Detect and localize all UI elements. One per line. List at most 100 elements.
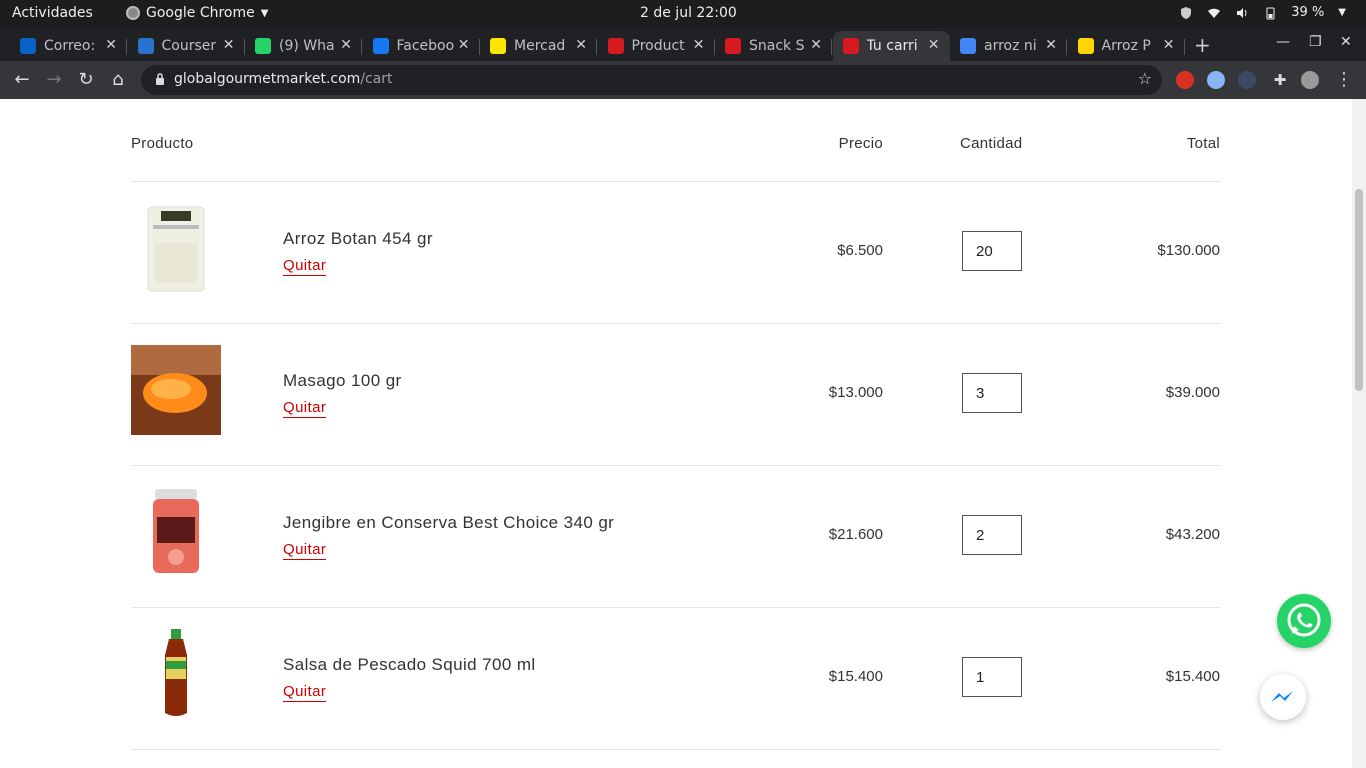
browser-tab[interactable]: (9) Wha ✕ bbox=[245, 31, 362, 61]
shield-icon bbox=[1181, 6, 1192, 19]
address-bar[interactable]: globalgourmetmarket.com/cart ☆ bbox=[141, 65, 1162, 95]
header-price: Precio bbox=[838, 135, 883, 152]
app-name: Google Chrome bbox=[146, 5, 255, 21]
volume-icon bbox=[1237, 7, 1247, 18]
browser-toolbar: ← → ↻ ⌂ globalgourmetmarket.com/cart ☆ ✚… bbox=[0, 61, 1366, 99]
tab-separator bbox=[831, 39, 832, 55]
back-button[interactable]: ← bbox=[10, 68, 34, 92]
chrome-menu-icon[interactable]: ⋮ bbox=[1332, 68, 1356, 92]
reload-button[interactable]: ↻ bbox=[74, 68, 98, 92]
tab-strip: Correo: ✕ Courser ✕ (9) Wha ✕ Faceboo ✕ Mercad ✕ P… bbox=[0, 28, 1366, 61]
page-scrollbar[interactable] bbox=[1352, 99, 1366, 768]
product-name[interactable]: Salsa de Pescado Squid 700 ml bbox=[283, 655, 536, 675]
messenger-icon bbox=[1271, 691, 1293, 702]
tab-close-icon[interactable]: ✕ bbox=[340, 37, 352, 53]
unit-price: $15.400 bbox=[828, 668, 883, 685]
cart-row: Arroz Botan 454 gr Quitar $6.500 $130.00… bbox=[131, 181, 1221, 323]
forward-button[interactable]: → bbox=[42, 68, 66, 92]
tab-favicon-icon bbox=[960, 38, 976, 54]
bookmark-star-icon[interactable]: ☆ bbox=[1138, 69, 1152, 88]
unit-price: $21.600 bbox=[828, 526, 883, 543]
browser-tab[interactable]: Snack S ✕ bbox=[715, 31, 832, 61]
profile-avatar[interactable] bbox=[1301, 71, 1319, 89]
scrollbar-thumb[interactable] bbox=[1355, 189, 1363, 391]
new-tab-button[interactable]: + bbox=[1194, 33, 1211, 57]
cart-page: Producto Precio Cantidad Total Arroz Bot… bbox=[0, 99, 1352, 768]
tab-close-icon[interactable]: ✕ bbox=[458, 37, 470, 53]
tab-close-icon[interactable]: ✕ bbox=[105, 37, 117, 53]
system-tray[interactable]: 39 % ▼ bbox=[1179, 5, 1346, 20]
chevron-down-icon: ▼ bbox=[260, 7, 269, 19]
header-total: Total bbox=[1186, 135, 1220, 152]
product-name[interactable]: Arroz Botan 454 gr bbox=[283, 229, 433, 249]
quantity-input[interactable] bbox=[962, 515, 1022, 555]
tab-favicon-icon bbox=[20, 38, 36, 54]
browser-tab[interactable]: Tu carri ✕ bbox=[832, 31, 950, 61]
wifi-icon bbox=[1208, 8, 1221, 18]
remove-link[interactable]: Quitar bbox=[283, 399, 327, 418]
tab-close-icon[interactable]: ✕ bbox=[575, 37, 587, 53]
activities-button[interactable]: Actividades bbox=[12, 5, 93, 21]
tab-favicon-icon bbox=[255, 38, 271, 54]
remove-link[interactable]: Quitar bbox=[283, 541, 327, 560]
product-name[interactable]: Masago 100 gr bbox=[283, 371, 402, 391]
tab-favicon-icon bbox=[137, 38, 154, 54]
product-name[interactable]: Jengibre en Conserva Best Choice 340 gr bbox=[283, 513, 614, 533]
extension-circle-icon[interactable] bbox=[1207, 71, 1225, 89]
cart-row: Masago 100 gr Quitar $13.000 $39.000 bbox=[131, 323, 1221, 465]
line-total: $15.400 bbox=[1165, 668, 1220, 685]
lock-icon bbox=[156, 73, 164, 85]
tab-title: (9) Wha bbox=[279, 38, 335, 54]
home-button[interactable]: ⌂ bbox=[106, 68, 130, 92]
tab-favicon-icon bbox=[607, 38, 624, 54]
browser-tab[interactable]: Arroz P ✕ bbox=[1068, 31, 1185, 61]
tab-close-icon[interactable]: ✕ bbox=[693, 37, 705, 53]
power-menu-icon: ▼ bbox=[1338, 7, 1346, 18]
unit-price: $6.500 bbox=[837, 242, 883, 259]
tab-title: Snack S bbox=[749, 38, 805, 54]
remove-link[interactable]: Quitar bbox=[283, 257, 327, 276]
cart-row: Jengibre en Conserva Best Choice 340 gr … bbox=[131, 465, 1221, 607]
tab-close-icon[interactable]: ✕ bbox=[223, 37, 235, 53]
line-total: $39.000 bbox=[1165, 384, 1220, 401]
system-top-bar: Actividades Google Chrome ▼ 2 de jul 22:… bbox=[0, 0, 1366, 28]
extensions-puzzle-icon[interactable]: ✚ bbox=[1268, 68, 1292, 92]
browser-tab[interactable]: Correo: ✕ bbox=[10, 31, 127, 61]
browser-tab[interactable]: Mercad ✕ bbox=[480, 31, 597, 61]
maximize-button[interactable]: ❐ bbox=[1309, 34, 1322, 50]
tab-close-icon[interactable]: ✕ bbox=[810, 37, 822, 53]
tab-close-icon[interactable]: ✕ bbox=[1163, 37, 1175, 53]
whatsapp-chat-button[interactable] bbox=[1277, 594, 1331, 648]
remove-link[interactable]: Quitar bbox=[283, 683, 327, 702]
tab-favicon-icon bbox=[372, 38, 389, 54]
header-quantity: Cantidad bbox=[960, 135, 1023, 152]
whatsapp-icon bbox=[1287, 603, 1321, 637]
divider bbox=[131, 749, 1221, 750]
tab-close-icon[interactable]: ✕ bbox=[928, 37, 940, 53]
tab-favicon-icon bbox=[490, 38, 506, 54]
battery-percent: 39 % bbox=[1291, 5, 1325, 20]
quantity-input[interactable] bbox=[962, 231, 1022, 271]
header-product: Producto bbox=[131, 135, 194, 152]
close-window-button[interactable]: ✕ bbox=[1340, 34, 1352, 50]
app-menu[interactable]: Google Chrome ▼ bbox=[126, 5, 268, 21]
clock[interactable]: 2 de jul 22:00 bbox=[640, 5, 737, 21]
battery-icon bbox=[1266, 7, 1275, 19]
minimize-button[interactable]: — bbox=[1276, 34, 1290, 50]
extension-badge-icon[interactable] bbox=[1176, 71, 1194, 89]
browser-tab[interactable]: Faceboo ✕ bbox=[363, 31, 480, 61]
product-image-masago bbox=[131, 345, 221, 435]
messenger-chat-button[interactable] bbox=[1260, 674, 1306, 720]
quantity-input[interactable] bbox=[962, 657, 1022, 697]
browser-tab[interactable]: Product ✕ bbox=[598, 31, 715, 61]
tab-separator bbox=[1183, 39, 1185, 55]
tab-close-icon[interactable]: ✕ bbox=[1045, 37, 1057, 53]
product-image-ginger bbox=[153, 489, 199, 573]
cart-row: Salsa de Pescado Squid 700 ml Quitar $15… bbox=[131, 607, 1221, 749]
browser-tab[interactable]: Courser ✕ bbox=[128, 31, 245, 61]
browser-tab[interactable]: arroz ni ✕ bbox=[950, 31, 1067, 61]
tab-title: arroz ni bbox=[984, 38, 1037, 54]
quantity-input[interactable] bbox=[962, 373, 1022, 413]
unit-price: $13.000 bbox=[828, 384, 883, 401]
extension-dark-icon[interactable] bbox=[1238, 71, 1256, 89]
